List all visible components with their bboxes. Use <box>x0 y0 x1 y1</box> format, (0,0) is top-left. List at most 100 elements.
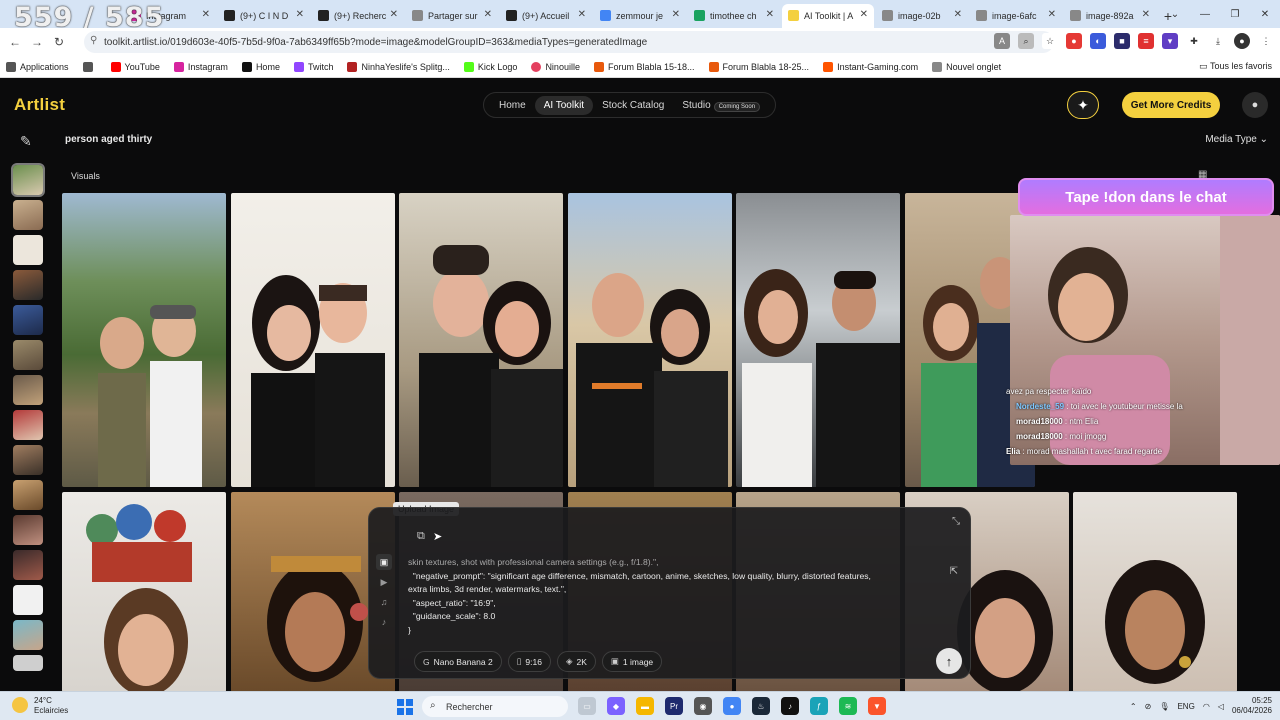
new-prompt-icon[interactable]: ✎ <box>20 133 32 150</box>
history-thumbnail[interactable] <box>13 550 43 580</box>
close-icon[interactable]: ✕ <box>296 9 304 20</box>
zoom-icon[interactable]: ⌕ <box>1018 33 1034 49</box>
bookmark-instant-gaming[interactable]: Instant-Gaming.com <box>823 61 918 72</box>
volume-icon[interactable]: ◁ <box>1218 702 1224 711</box>
translate-icon[interactable]: A <box>994 33 1010 49</box>
model-selector[interactable]: G Nano Banana 2 <box>414 651 502 672</box>
maximize-icon[interactable]: ❐ <box>1220 0 1250 28</box>
generated-image[interactable] <box>1073 492 1237 691</box>
chevron-up-icon[interactable]: ⌃ <box>1130 702 1137 711</box>
copilot-icon[interactable]: ◆ <box>607 697 625 715</box>
premiere-icon[interactable]: Pr <box>665 697 683 715</box>
close-icon[interactable]: ✕ <box>954 9 962 20</box>
tab-ai-toolkit[interactable]: AI Toolkit | A ✕ <box>782 4 874 28</box>
history-thumbnail[interactable] <box>13 585 43 615</box>
minimize-icon[interactable]: — <box>1190 0 1220 28</box>
close-icon[interactable]: ✕ <box>390 9 398 20</box>
history-thumbnail[interactable] <box>13 305 43 335</box>
bookmark-home[interactable]: Home <box>241 61 280 72</box>
bookmark-apps[interactable]: Applications <box>6 61 69 72</box>
tab-x-1[interactable]: (9+) C I N D ✕ <box>218 4 310 28</box>
taskbar-search[interactable]: ⌕ Rechercher <box>422 696 568 717</box>
image-mode-icon[interactable]: ▣ <box>376 554 392 570</box>
puzzle-icon[interactable]: ✚ <box>1186 33 1202 49</box>
history-thumbnail[interactable] <box>13 340 43 370</box>
language-indicator[interactable]: ENG <box>1177 702 1194 711</box>
close-window-icon[interactable]: ✕ <box>1250 0 1280 28</box>
avatar[interactable]: ● <box>1234 33 1250 49</box>
enhance-prompt-icon[interactable]: ⇱ <box>950 566 958 577</box>
audio-mode-icon[interactable]: ♫ <box>376 594 392 610</box>
aspect-ratio-selector[interactable]: ▯ 9:16 <box>507 651 551 672</box>
close-icon[interactable]: ✕ <box>578 9 586 20</box>
collapse-icon[interactable]: ⤡ <box>952 516 960 527</box>
history-thumbnail[interactable] <box>13 655 43 671</box>
tab-google-zemmour[interactable]: zemmour je ✕ <box>594 4 686 28</box>
bookmark-star-icon[interactable]: ☆ <box>1042 33 1058 49</box>
get-credits-button[interactable]: Get More Credits <box>1122 92 1220 118</box>
chrome-icon[interactable]: ● <box>723 697 741 715</box>
resolution-selector[interactable]: ◈ 2K <box>556 651 596 672</box>
close-icon[interactable]: ✕ <box>1142 9 1150 20</box>
bookmark-forum-18-25[interactable]: Forum Blabla 18-25... <box>708 61 809 72</box>
app-icon[interactable]: ƒ <box>810 697 828 715</box>
generated-image[interactable] <box>62 492 226 691</box>
history-thumbnail[interactable] <box>13 445 43 475</box>
close-icon[interactable]: ✕ <box>202 9 210 20</box>
tab-image-02b[interactable]: image-02b ✕ <box>876 4 968 28</box>
close-icon[interactable]: ✕ <box>860 9 868 20</box>
image-count-selector[interactable]: ▣ 1 image <box>601 651 663 672</box>
task-view-icon[interactable]: ▭ <box>578 697 596 715</box>
clock[interactable]: 05:25 06/04/2026 <box>1232 696 1272 716</box>
bookmark-ninouille[interactable]: Ninouille <box>531 61 580 72</box>
history-thumbnail[interactable] <box>13 410 43 440</box>
generated-image[interactable] <box>736 193 900 487</box>
profile-avatar[interactable]: ● <box>1242 92 1268 118</box>
close-icon[interactable]: ✕ <box>1048 9 1056 20</box>
forward-arrow-icon[interactable]: → <box>26 35 48 49</box>
network-off-icon[interactable]: ⊘ <box>1145 702 1152 711</box>
close-icon[interactable]: ✕ <box>766 9 774 20</box>
nav-studio[interactable]: Studio Coming Soon <box>673 96 769 115</box>
close-icon[interactable]: ✕ <box>484 9 492 20</box>
weather-widget[interactable]: 24°C Eclaircies <box>12 696 68 716</box>
history-thumbnail[interactable] <box>13 375 43 405</box>
tab-image-892a[interactable]: image-892a ✕ <box>1064 4 1156 28</box>
tab-partager[interactable]: Partager sur ✕ <box>406 4 498 28</box>
url-field[interactable]: ⚲ toolkit.artlist.io/019d603e-40f5-7b5d-… <box>84 31 1054 53</box>
history-thumbnail[interactable] <box>13 235 43 265</box>
video-mode-icon[interactable]: ▶ <box>376 574 392 590</box>
extension-icon[interactable]: ≡ <box>1138 33 1154 49</box>
brave-icon[interactable]: ▼ <box>868 697 886 715</box>
all-bookmarks[interactable]: ▭ Tous les favoris <box>1199 61 1272 72</box>
bookmark-grid[interactable] <box>82 61 97 72</box>
bookmark-splitgate[interactable]: NinhaYeslife's Splitg... <box>347 61 450 72</box>
spotify-icon[interactable]: ≋ <box>839 697 857 715</box>
extension-icon[interactable]: ◐ <box>1090 33 1106 49</box>
obs-icon[interactable]: ◉ <box>694 697 712 715</box>
nav-ai-toolkit[interactable]: AI Toolkit <box>534 95 594 115</box>
history-thumbnail[interactable] <box>13 200 43 230</box>
generated-image[interactable] <box>231 193 395 487</box>
bookmark-twitch[interactable]: Twitch <box>293 61 333 72</box>
bookmark-kick[interactable]: Kick Logo <box>463 61 517 72</box>
bookmark-new-tab[interactable]: Nouvel onglet <box>932 61 1001 72</box>
history-thumbnail[interactable] <box>13 270 43 300</box>
history-thumbnail[interactable] <box>11 163 45 197</box>
history-thumbnail[interactable] <box>13 620 43 650</box>
music-mode-icon[interactable]: ♪ <box>376 614 392 630</box>
back-arrow-icon[interactable]: ← <box>4 35 26 49</box>
tiktok-icon[interactable]: ♪ <box>781 697 799 715</box>
generated-image[interactable] <box>399 193 563 487</box>
upload-image-icon[interactable]: ⧉ <box>417 530 425 543</box>
bookmark-instagram[interactable]: Instagram <box>173 61 228 72</box>
tab-x-2[interactable]: (9+) Recherc ✕ <box>312 4 404 28</box>
chevron-down-icon[interactable]: ⌄ <box>1160 0 1190 28</box>
steam-icon[interactable]: ♨ <box>752 697 770 715</box>
logo[interactable]: Artlist <box>14 95 65 115</box>
download-icon[interactable]: ⤓ <box>1210 33 1226 49</box>
bookmark-forum-15-18[interactable]: Forum Blabla 15-18... <box>593 61 695 72</box>
extension-icon[interactable]: ● <box>1066 33 1082 49</box>
bookmark-youtube[interactable]: YouTube <box>110 61 160 72</box>
media-type-dropdown[interactable]: Media Type ⌄ <box>1205 134 1268 145</box>
